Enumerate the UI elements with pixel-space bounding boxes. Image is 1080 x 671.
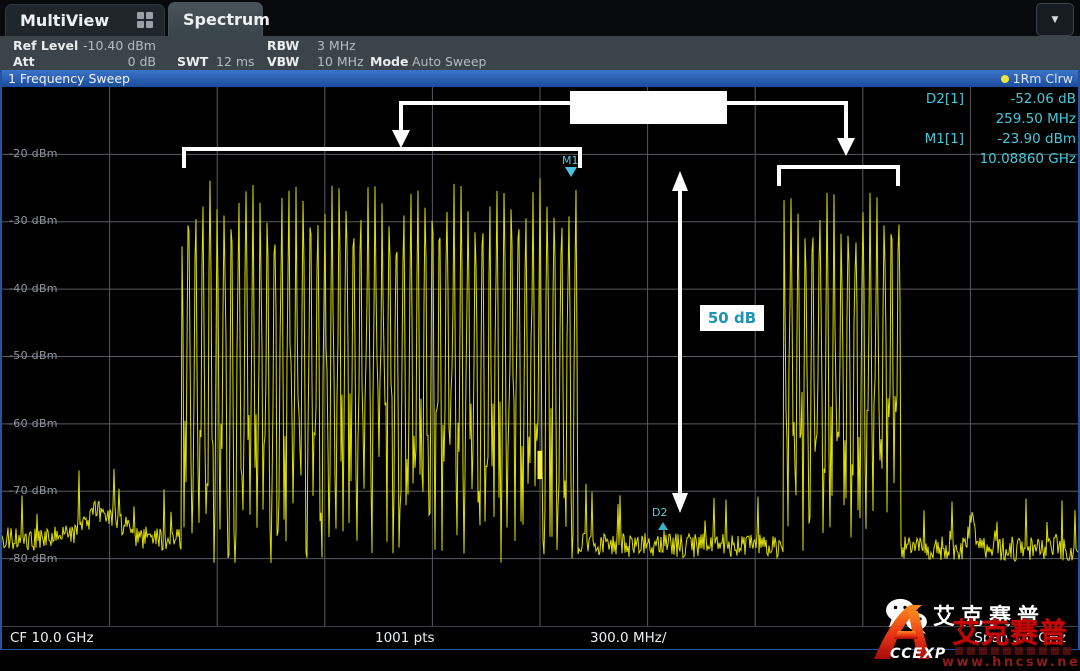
trace-mode-label: 1Rm Clrw	[1013, 71, 1073, 86]
watermark-url: www.hncsw.net	[942, 655, 1080, 670]
marker-row-d2[interactable]: D2[1] -52.06 dB	[766, 89, 1076, 109]
vbw-value[interactable]: 10 MHz	[317, 54, 364, 69]
cf-trace-highlight	[538, 451, 543, 479]
window-title: 1 Frequency Sweep	[8, 71, 130, 86]
marker-value: -23.90 dBm	[964, 129, 1076, 149]
swt-label: SWT	[177, 54, 208, 69]
marker-label: M1[1]	[925, 129, 964, 149]
marker-row-m1-freq[interactable]: 10.08860 GHz	[766, 149, 1076, 169]
settings-bar: Ref Level -10.40 dBm Att 0 dB SWT 12 ms …	[0, 36, 1080, 70]
tab-multiview[interactable]: MultiView	[5, 4, 165, 36]
center-frequency-field[interactable]: CF 10.0 GHz	[10, 630, 94, 646]
y-axis-label: -20 dBm	[9, 147, 58, 160]
span-field[interactable]: Span 3.0 GHz	[974, 630, 1066, 646]
ref-level-value[interactable]: -10.40 dBm	[60, 38, 156, 53]
per-division-field[interactable]: 300.0 MHz/	[590, 630, 666, 646]
y-axis-label: -60 dBm	[9, 417, 58, 430]
y-axis-label: -30 dBm	[9, 214, 58, 227]
swt-value[interactable]: 12 ms	[216, 54, 255, 69]
marker-readout-panel: D2[1] -52.06 dB 259.50 MHz M1[1] -23.90 …	[766, 89, 1076, 169]
att-label: Att	[13, 54, 35, 69]
att-value[interactable]: 0 dB	[60, 54, 156, 69]
delta-level-label: 50 dB	[700, 305, 764, 331]
spectrum-analyzer-screen: MultiView Spectrum ▼ Ref Level -10.40 dB…	[0, 0, 1080, 671]
chevron-down-icon: ▼	[1052, 15, 1059, 25]
trace-color-dot-icon	[1001, 75, 1009, 83]
tab-spectrum-label: Spectrum	[183, 10, 270, 29]
tab-multiview-label: MultiView	[20, 11, 109, 30]
y-axis-label: -70 dBm	[9, 484, 58, 497]
marker-row-m1[interactable]: M1[1] -23.90 dBm	[766, 129, 1076, 149]
y-axis-label: -40 dBm	[9, 282, 58, 295]
rbw-label: RBW	[267, 38, 299, 53]
y-axis-label: -50 dBm	[9, 349, 58, 362]
marker-label: D2[1]	[926, 89, 964, 109]
m1-marker-icon[interactable]	[565, 167, 577, 177]
blank-callout-box	[570, 91, 727, 124]
rbw-value[interactable]: 3 MHz	[317, 38, 356, 53]
d2-marker-label: D2	[652, 506, 667, 519]
window-title-bar[interactable]: 1 Frequency Sweep 1Rm Clrw	[2, 70, 1078, 87]
sweep-points-field[interactable]: 1001 pts	[375, 630, 435, 646]
d2-marker-icon[interactable]	[658, 522, 668, 530]
vbw-label: VBW	[267, 54, 299, 69]
window-dropdown-button[interactable]: ▼	[1036, 3, 1074, 36]
frequency-sweep-window: 1 Frequency Sweep 1Rm Clrw -20 dBm -30 d…	[0, 70, 1080, 650]
marker-value: 259.50 MHz	[964, 109, 1076, 129]
plot-area: -20 dBm -30 dBm -40 dBm -50 dBm -60 dBm …	[2, 87, 1078, 626]
marker-value: -52.06 dB	[964, 89, 1076, 109]
y-axis-label: -80 dBm	[9, 552, 58, 565]
mode-value[interactable]: Auto Sweep	[412, 54, 486, 69]
marker-row-d2-freq[interactable]: 259.50 MHz	[766, 109, 1076, 129]
sweep-footer-bar: CF 10.0 GHz 1001 pts 300.0 MHz/ Span 3.0…	[2, 626, 1078, 649]
trace-mode-badge[interactable]: 1Rm Clrw	[1001, 71, 1073, 86]
multiview-grid-icon	[137, 12, 154, 29]
tab-bar: MultiView Spectrum ▼	[0, 0, 1080, 36]
marker-value: 10.08860 GHz	[964, 149, 1076, 169]
mode-label: Mode	[370, 54, 408, 69]
tab-spectrum[interactable]: Spectrum	[168, 2, 263, 36]
m1-marker-label: M1	[562, 154, 579, 167]
